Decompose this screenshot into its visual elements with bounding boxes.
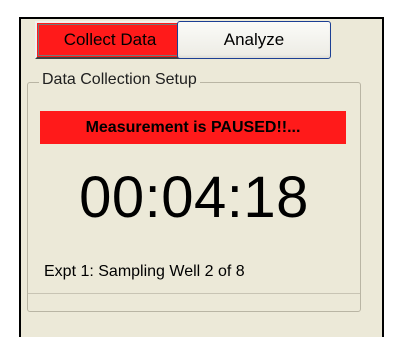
collect-data-button[interactable]: Collect Data (35, 21, 185, 59)
paused-status-banner: Measurement is PAUSED!!... (40, 111, 346, 144)
sampling-status-text: Expt 1: Sampling Well 2 of 8 (44, 263, 245, 280)
divider (28, 293, 360, 294)
group-title: Data Collection Setup (39, 71, 200, 89)
analyze-button[interactable]: Analyze (177, 21, 331, 59)
elapsed-timer: 00:04:18 (79, 165, 309, 230)
